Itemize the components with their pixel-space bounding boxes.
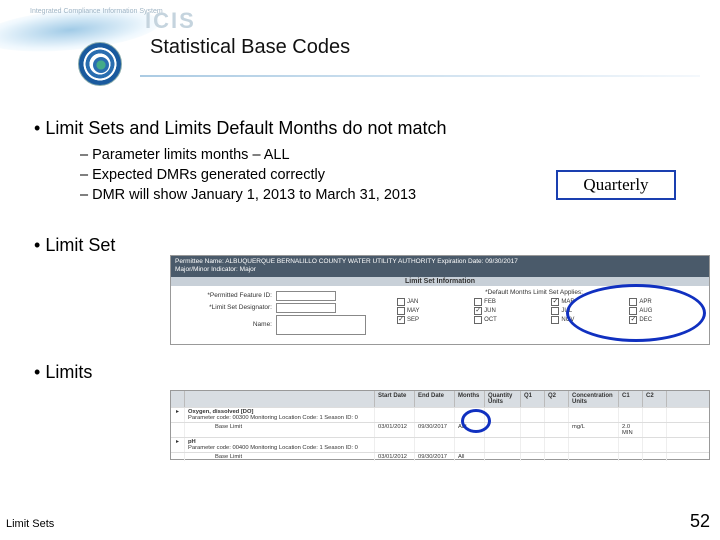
bullet-main-1: Limit Sets and Limits Default Months do … (34, 118, 700, 139)
col-c1: C1 (619, 391, 643, 407)
page-number: 52 (690, 511, 710, 532)
limits-screenshot: Start Date End Date Months Quantity Unit… (170, 390, 710, 460)
epa-seal-icon (78, 42, 122, 86)
month-checkbox-may[interactable]: MAY (397, 307, 470, 315)
month-checkbox-oct[interactable]: OCT (474, 316, 547, 324)
header-divider (140, 75, 700, 77)
footer-left: Limit Sets (6, 518, 54, 530)
col-enddate: End Date (415, 391, 455, 407)
field-label-permfeat: *Permitted Feature ID: (177, 292, 272, 299)
months-cell-highlight-ring (461, 409, 491, 433)
col-c2: C2 (643, 391, 667, 407)
permfeat-input[interactable] (276, 291, 336, 301)
quarterly-callout: Quarterly (556, 170, 676, 200)
bullet-main-2: Limit Set (34, 235, 700, 256)
limit-set-header-bar: Permittee Name: ALBUQUERQUE BERNALILLO C… (171, 256, 709, 277)
table-row: Base Limit03/01/201209/30/2017All (171, 452, 709, 461)
month-checkbox-jun[interactable]: ✓JUN (474, 307, 547, 315)
permittee-line: Permittee Name: ALBUQUERQUE BERNALILLO C… (175, 258, 518, 265)
table-row: ▸Oxygen, dissolved [DO]Parameter code: 0… (171, 407, 709, 422)
month-checkbox-jan[interactable]: JAN (397, 298, 470, 306)
slide-content: Limit Sets and Limits Default Months do … (20, 110, 700, 391)
months-highlight-ring (566, 284, 706, 342)
table-row: ▸pHParameter code: 00400 Monitoring Loca… (171, 437, 709, 452)
col-months: Months (455, 391, 485, 407)
name-input[interactable] (276, 315, 366, 335)
bullet-sub-1: Parameter limits months – ALL (80, 147, 700, 163)
limit-set-screenshot: Permittee Name: ALBUQUERQUE BERNALILLO C… (170, 255, 710, 345)
field-label-lsd: *Limit Set Designator: (177, 304, 272, 311)
col-q2: Q2 (545, 391, 569, 407)
expand-icon[interactable]: ▸ (171, 408, 185, 422)
bullet-main-3: Limits (34, 362, 700, 383)
system-abbrev: ICIS (145, 8, 196, 34)
col-startdate: Start Date (375, 391, 415, 407)
slide-header: Integrated Compliance Information System… (0, 0, 720, 90)
month-checkbox-feb[interactable]: FEB (474, 298, 547, 306)
major-minor-line: Major/Minor Indicator: Major (175, 266, 256, 273)
page-title: Statistical Base Codes (150, 36, 350, 59)
limits-table-header: Start Date End Date Months Quantity Unit… (171, 391, 709, 407)
col-conc-units: Concentration Units (569, 391, 619, 407)
col-quantity-units: Quantity Units (485, 391, 521, 407)
system-full-name: Integrated Compliance Information System (30, 8, 163, 15)
month-checkbox-sep[interactable]: ✓SEP (397, 316, 470, 324)
lsd-input[interactable] (276, 303, 336, 313)
table-row: Base Limit03/01/201209/30/2017ALLmg/L2.0… (171, 422, 709, 437)
col-q1: Q1 (521, 391, 545, 407)
field-label-name: Name: (177, 321, 272, 328)
expand-icon[interactable]: ▸ (171, 438, 185, 452)
